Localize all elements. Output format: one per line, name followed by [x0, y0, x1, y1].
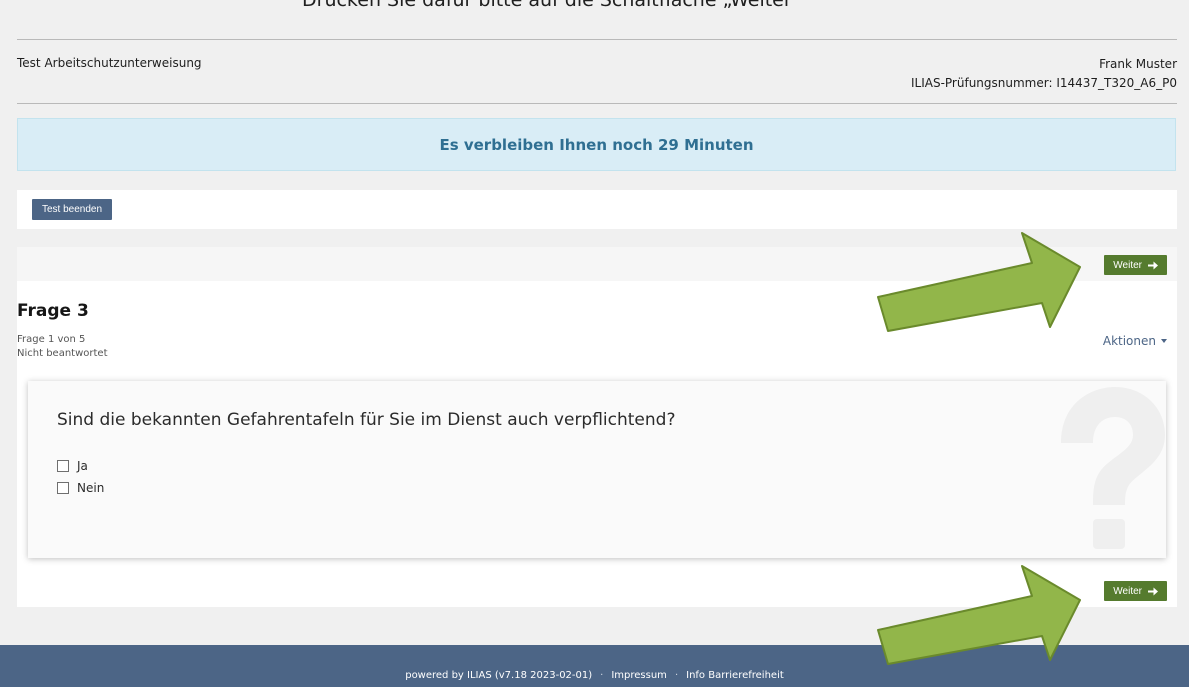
- answer-option[interactable]: Nein: [57, 481, 104, 495]
- arrow-right-icon: [1148, 587, 1158, 595]
- header-divider-bottom: [17, 103, 1177, 104]
- powered-by-text: powered by ILIAS (v7.18 2023-02-01): [405, 670, 593, 681]
- answer-checkbox[interactable]: [57, 482, 69, 494]
- question-meta: Frage 1 von 5 Nicht beantwortet: [17, 333, 107, 361]
- answer-label: Nein: [77, 481, 105, 495]
- question-card: Sind die bekannten Gefahrentafeln für Si…: [28, 381, 1166, 558]
- question-nav-bottom: Weiter: [17, 570, 1177, 607]
- question-nav-top: Weiter: [17, 247, 1177, 281]
- question-title: Frage 3: [17, 301, 89, 321]
- impressum-link[interactable]: Impressum: [611, 670, 667, 681]
- question-position: Frage 1 von 5: [17, 334, 86, 345]
- clipped-instruction-label: Drücken Sie dafür bitte auf die Schaltfl…: [302, 0, 801, 11]
- question-mark-watermark-icon: [1061, 387, 1165, 549]
- actions-label: Aktionen: [1102, 334, 1156, 348]
- answer-checkbox[interactable]: [57, 460, 69, 472]
- question-panel: Frage 3 Frage 1 von 5 Nicht beantwortet …: [17, 281, 1177, 570]
- header-divider-top: [17, 39, 1177, 40]
- question-status: Nicht beantwortet: [17, 348, 108, 359]
- end-test-button[interactable]: Test beenden: [32, 199, 113, 220]
- user-name: Frank Muster: [1099, 57, 1177, 71]
- clipped-instruction-text: Drücken Sie dafür bitte auf die Schaltfl…: [0, 0, 1189, 14]
- footer-separator: ·: [600, 670, 604, 681]
- footer-separator: ·: [674, 670, 679, 681]
- next-button-label: Weiter: [1113, 259, 1142, 271]
- time-remaining-text: Es verbleiben Ihnen noch 29 Minuten: [439, 135, 754, 154]
- accessibility-info-link[interactable]: Info Barrierefreiheit: [686, 670, 784, 681]
- test-toolbar: Test beenden: [17, 190, 1177, 229]
- answer-label: Ja: [77, 459, 88, 473]
- next-button-label: Weiter: [1113, 585, 1142, 597]
- time-remaining-banner: Es verbleiben Ihnen noch 29 Minuten: [17, 118, 1176, 171]
- user-info: Frank Muster ILIAS-Prüfungsnummer: I1443…: [911, 55, 1177, 93]
- next-button-top[interactable]: Weiter: [1104, 255, 1167, 275]
- question-text: Sind die bekannten Gefahrentafeln für Si…: [57, 410, 676, 430]
- caret-down-icon: [1161, 339, 1167, 343]
- next-button-bottom[interactable]: Weiter: [1104, 581, 1167, 601]
- actions-dropdown[interactable]: Aktionen: [1103, 334, 1167, 348]
- page-footer: powered by ILIAS (v7.18 2023-02-01) · Im…: [0, 645, 1189, 687]
- exam-number: ILIAS-Prüfungsnummer: I14437_T320_A6_P0: [910, 76, 1177, 90]
- answer-option[interactable]: Ja: [57, 459, 88, 473]
- arrow-right-icon: [1148, 261, 1158, 269]
- test-title: Test Arbeitschutzunterweisung: [17, 56, 202, 70]
